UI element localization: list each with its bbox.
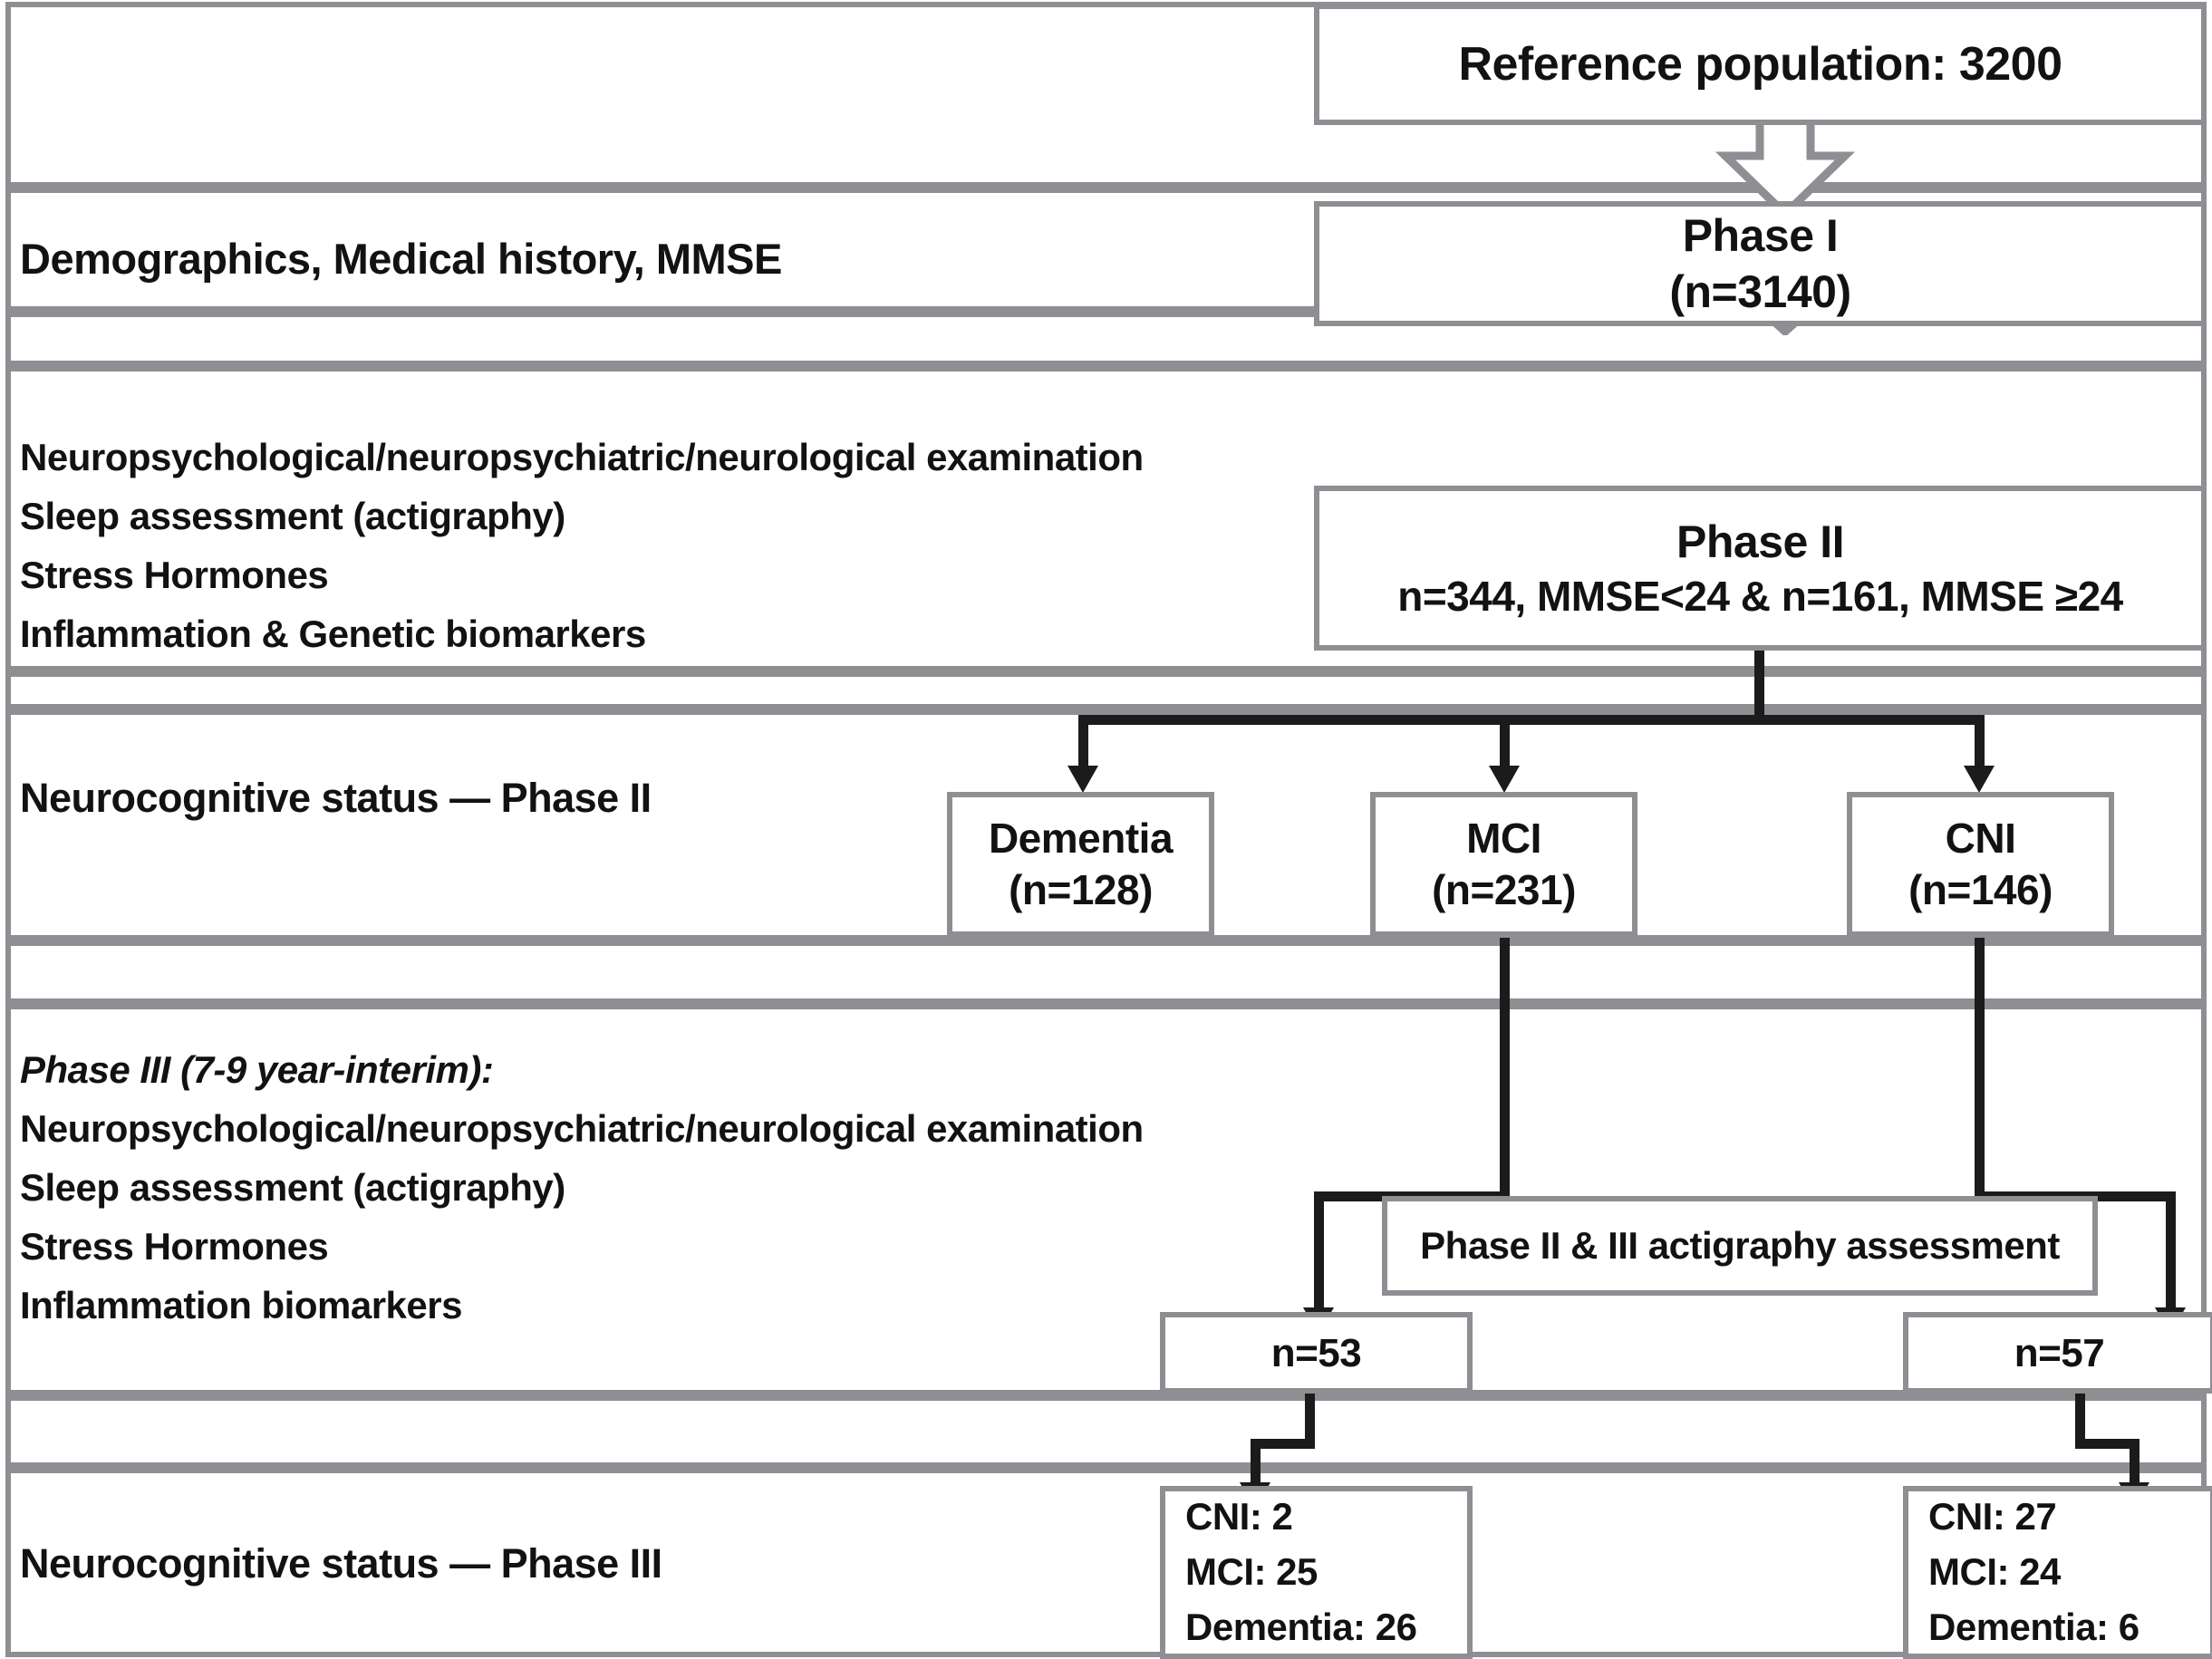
box-n57-line-1: n=57 (2014, 1330, 2105, 1375)
sidelabel-status-phase3: Neurocognitive status — Phase III (20, 1540, 662, 1587)
box-outcome-right-line-1: CNI: 27 (1928, 1495, 2057, 1538)
box-phase1[interactable]: Phase I (n=3140) (1314, 201, 2207, 326)
box-cni-line-1: CNI (1945, 814, 2016, 862)
sidelabel-phase3-line-4: Inflammation biomarkers (20, 1284, 462, 1326)
connector-to-cni (1975, 715, 1985, 769)
box-outcome-right-line-3: Dementia: 6 (1928, 1605, 2140, 1648)
sidelabel-phase2-line-4: Inflammation & Genetic biomarkers (20, 612, 646, 655)
sidelabel-phase2-line-3: Stress Hormones (20, 554, 329, 596)
sidelabel-phase3: Phase III (7-9 year-interim): Neuropsych… (20, 1040, 1144, 1335)
box-mci-line-2: (n=231) (1432, 866, 1576, 913)
box-n57[interactable]: n=57 (1903, 1312, 2212, 1394)
sidelabel-status-phase2: Neurocognitive status — Phase II (20, 775, 652, 822)
box-outcome-left[interactable]: CNI: 2 MCI: 25 Dementia: 26 (1160, 1486, 1473, 1659)
arrowhead-dementia (1067, 766, 1098, 793)
box-mci-line-1: MCI (1466, 814, 1541, 862)
sidelabel-phase3-heading: Phase III (7-9 year-interim): (20, 1048, 494, 1091)
sidelabel-phase2: Neuropsychological/neuropsychiatric/neur… (20, 428, 1144, 663)
connector-phase2-distribution-bar (1078, 715, 1985, 725)
sidelabel-phase1-line-1: Demographics, Medical history, MMSE (20, 235, 782, 283)
connector-mci-descend (1314, 1191, 1324, 1314)
connector-to-mci (1500, 715, 1510, 769)
box-dementia-line-1: Dementia (988, 814, 1174, 862)
sidelabel-status-phase2-text: Neurocognitive status — Phase II (20, 775, 652, 821)
connector-n57-descend (2130, 1439, 2140, 1489)
connector-phase2-drop (1754, 651, 1764, 721)
box-phase1-line-1: Phase I (1682, 209, 1839, 261)
box-outcome-right[interactable]: CNI: 27 MCI: 24 Dementia: 6 (1903, 1486, 2212, 1659)
arrowhead-cni (1964, 766, 1995, 793)
box-phase2[interactable]: Phase II n=344, MMSE<24 & n=161, MMSE ≥2… (1314, 486, 2207, 651)
box-n53[interactable]: n=53 (1160, 1312, 1473, 1394)
box-dementia[interactable]: Dementia (n=128) (947, 792, 1214, 937)
sidelabel-phase1: Demographics, Medical history, MMSE (20, 234, 782, 284)
sidelabel-phase3-line-1: Neuropsychological/neuropsychiatric/neur… (20, 1107, 1144, 1150)
box-dementia-line-2: (n=128) (1009, 866, 1153, 913)
connector-cni-descend (2166, 1191, 2176, 1314)
connector-cni-drop (1975, 938, 1985, 1201)
box-actigraphy-assessment[interactable]: Phase II & III actigraphy assessment (1382, 1196, 2098, 1296)
box-phase1-line-2: (n=3140) (1669, 266, 1851, 317)
box-actigraphy-assessment-line-1: Phase II & III actigraphy assessment (1420, 1223, 2060, 1267)
box-reference-population[interactable]: Reference population: 3200 (1314, 4, 2207, 125)
box-cni-line-2: (n=146) (1908, 866, 2053, 913)
flowchart-diagram: Demographics, Medical history, MMSE Neur… (0, 0, 2212, 1659)
arrowhead-mci (1489, 766, 1520, 793)
box-phase2-line-2: n=344, MMSE<24 & n=161, MMSE ≥24 (1397, 572, 2123, 620)
box-outcome-left-line-1: CNI: 2 (1185, 1495, 1293, 1538)
band-gap3 (5, 940, 2207, 1004)
box-outcome-left-line-3: Dementia: 26 (1185, 1605, 1417, 1648)
band-gap4 (5, 1395, 2207, 1468)
band-gap2 (5, 671, 2207, 709)
connector-mci-drop (1500, 938, 1510, 1201)
box-mci[interactable]: MCI (n=231) (1370, 792, 1637, 937)
box-outcome-left-line-2: MCI: 25 (1185, 1550, 1318, 1594)
box-phase2-line-1: Phase II (1676, 516, 1845, 567)
sidelabel-phase2-line-1: Neuropsychological/neuropsychiatric/neur… (20, 436, 1144, 478)
connector-n53-descend (1251, 1439, 1261, 1489)
sidelabel-phase2-line-2: Sleep assessment (actigraphy) (20, 495, 565, 537)
box-outcome-right-line-2: MCI: 24 (1928, 1550, 2061, 1594)
box-cni[interactable]: CNI (n=146) (1847, 792, 2114, 937)
box-reference-population-line-1: Reference population: 3200 (1458, 37, 2062, 91)
sidelabel-phase3-line-3: Stress Hormones (20, 1225, 329, 1268)
connector-to-dementia (1078, 715, 1088, 769)
sidelabel-phase3-line-2: Sleep assessment (actigraphy) (20, 1166, 565, 1209)
sidelabel-status-phase3-text: Neurocognitive status — Phase III (20, 1540, 662, 1587)
box-n53-line-1: n=53 (1270, 1330, 1362, 1375)
